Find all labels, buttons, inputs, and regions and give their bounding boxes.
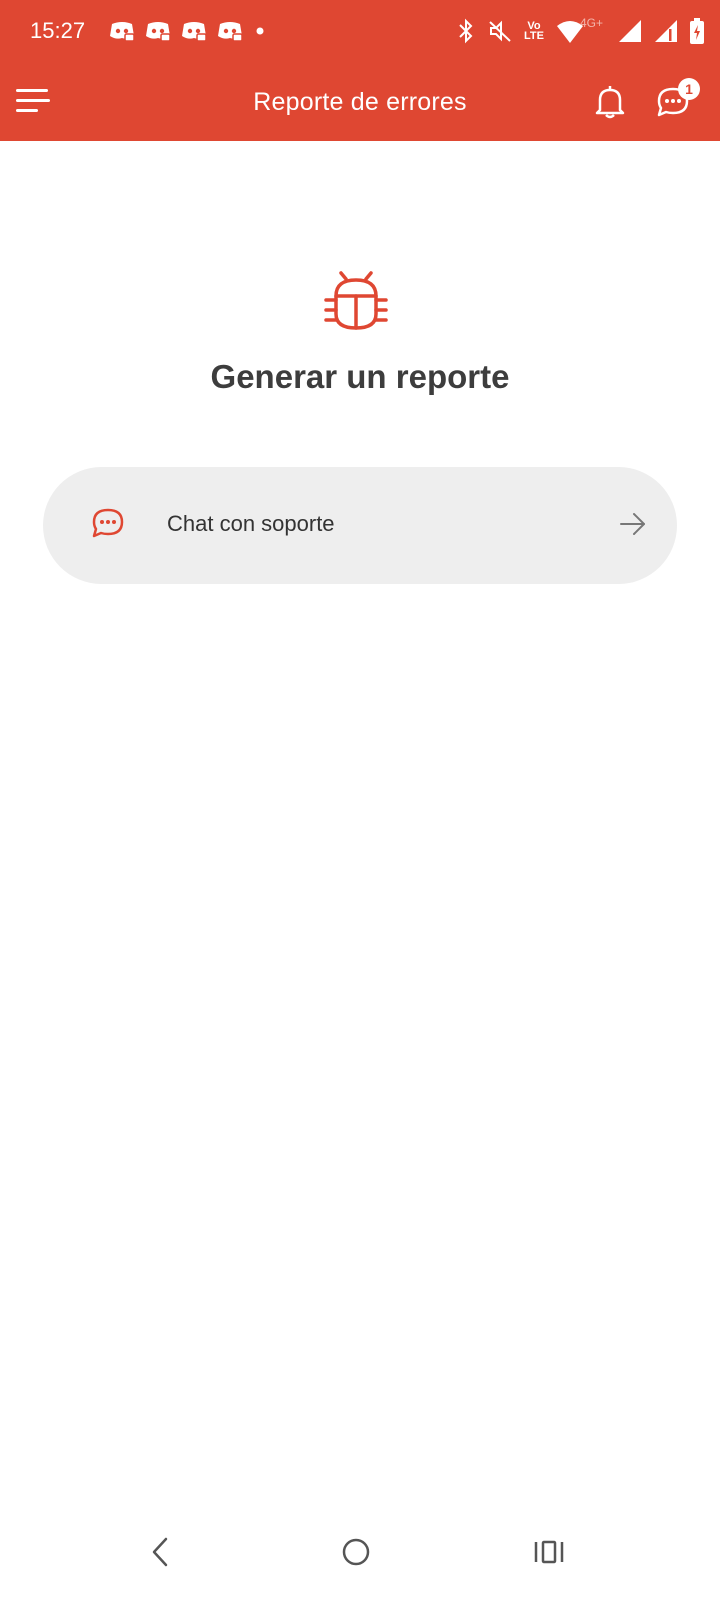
chat-badge: 1	[678, 78, 700, 100]
chat-support-button[interactable]: Chat con soporte	[43, 467, 677, 584]
back-button[interactable]	[148, 1535, 172, 1574]
signal-icon	[619, 20, 641, 42]
system-nav-bar	[0, 1525, 720, 1585]
discord-icon	[182, 22, 207, 42]
network-label: 4G+	[580, 16, 604, 30]
discord-icon	[110, 22, 135, 42]
notifications-button[interactable]	[594, 84, 626, 125]
bell-icon	[595, 86, 625, 119]
messages-button[interactable]: 1	[656, 78, 700, 123]
volte-icon: Vo LTE	[524, 21, 544, 42]
discord-icon	[218, 22, 243, 42]
arrow-right-icon	[619, 511, 647, 542]
bug-icon	[322, 270, 390, 343]
discord-icon	[146, 22, 171, 42]
volte-label-bottom: LTE	[524, 30, 544, 42]
more-notifications-dot-icon	[256, 27, 264, 35]
mute-icon	[489, 20, 511, 42]
recents-icon	[534, 1540, 564, 1564]
header: 15:27 Vo LTE 4G+ Reporte de errores 1	[0, 0, 720, 141]
signal-icon	[655, 20, 677, 42]
chat-support-label: Chat con soporte	[167, 511, 335, 536]
section-title: Generar un reporte	[210, 358, 510, 395]
chat-icon	[91, 507, 125, 544]
status-time: 15:27	[30, 18, 86, 43]
status-right: Vo LTE 4G+	[456, 16, 704, 44]
home-icon	[342, 1538, 370, 1566]
battery-icon	[690, 18, 704, 44]
recents-button[interactable]	[532, 1535, 566, 1574]
home-button[interactable]	[340, 1535, 372, 1574]
wifi-group: 4G+	[556, 16, 606, 44]
bluetooth-icon	[459, 18, 473, 44]
back-icon	[152, 1537, 168, 1567]
notification-icons	[108, 20, 268, 42]
